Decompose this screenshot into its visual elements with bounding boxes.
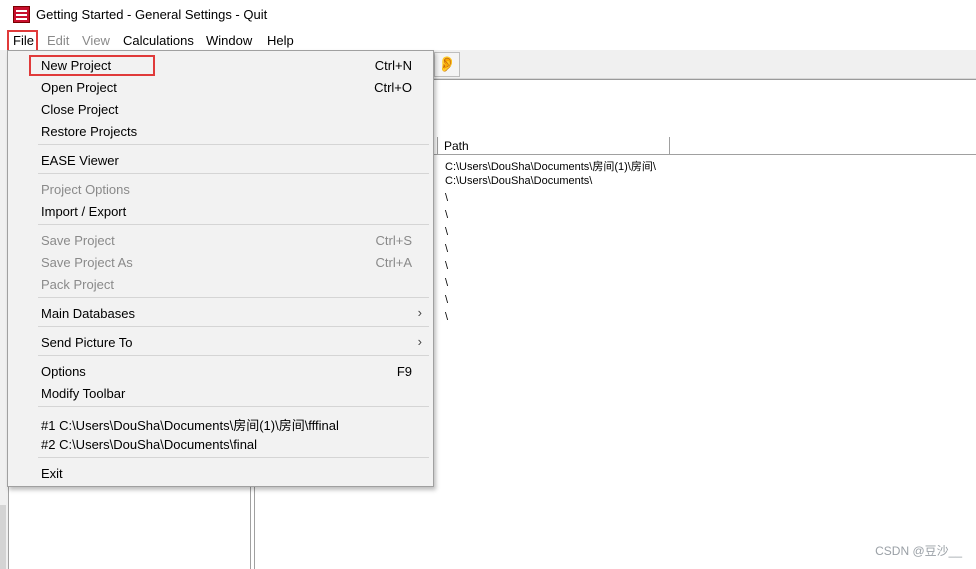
menu-item-shortcut: F9 (396, 364, 412, 379)
toolbar (434, 50, 976, 79)
list-item[interactable]: \ (445, 192, 448, 204)
menu-item-shortcut: Ctrl+N (374, 58, 412, 73)
menu-bar: File Edit View Calculations Window Help (0, 30, 976, 50)
list-header-border (434, 154, 976, 155)
menu-item-shortcut: Ctrl+A (375, 255, 412, 270)
pane-divider[interactable] (254, 487, 255, 569)
menu-help[interactable]: Help (267, 33, 294, 48)
menu-window[interactable]: Window (206, 33, 252, 48)
menu-item-modify-toolbar[interactable]: Modify Toolbar (8, 383, 433, 403)
menu-item-label: Options (41, 364, 86, 379)
ear-icon[interactable]: 👂 (434, 52, 460, 77)
menu-item-shortcut: Ctrl+O (374, 80, 412, 95)
window-title: Getting Started - General Settings - Qui… (36, 7, 268, 22)
menu-separator (38, 326, 429, 327)
menu-item-label: Save Project (41, 233, 115, 248)
menu-item-label: EASE Viewer (41, 153, 119, 168)
menu-separator (38, 173, 429, 174)
menu-separator (38, 224, 429, 225)
file-menu-dropdown: New Project Ctrl+N Open Project Ctrl+O C… (7, 50, 434, 487)
menu-edit[interactable]: Edit (47, 33, 69, 48)
menu-separator (38, 457, 429, 458)
left-pane[interactable] (8, 487, 251, 569)
watermark: CSDN @豆沙__ (875, 544, 962, 558)
left-scroll-edge (0, 505, 6, 569)
menu-item-label: Import / Export (41, 204, 127, 219)
menu-item-label: #2 C:\Users\DouSha\Documents\final (41, 437, 258, 452)
menu-separator (38, 297, 429, 298)
menu-view[interactable]: View (82, 33, 110, 48)
menu-item-pack-project[interactable]: Pack Project (8, 274, 433, 294)
chevron-right-icon: › (417, 334, 422, 349)
list-item[interactable]: \ (445, 277, 448, 289)
list-item[interactable]: C:\Users\DouSha\Documents\房间(1)\房间\ (445, 158, 656, 174)
menu-item-shortcut: Ctrl+S (375, 233, 412, 248)
menu-item-send-picture-to[interactable]: Send Picture To › (8, 332, 433, 352)
list-item[interactable]: \ (445, 226, 448, 238)
menu-item-label: Save Project As (41, 255, 133, 270)
menu-item-label: #1 C:\Users\DouSha\Documents\房间(1)\房间\ff… (41, 418, 339, 433)
menu-item-exit[interactable]: Exit (8, 463, 433, 483)
menu-item-import-export[interactable]: Import / Export (8, 201, 433, 221)
menu-item-save-project[interactable]: Save Project Ctrl+S (8, 230, 433, 250)
menu-item-label: Project Options (41, 182, 130, 197)
new-project-highlight (29, 55, 155, 76)
menu-item-label: Close Project (41, 102, 119, 117)
menu-item-open-project[interactable]: Open Project Ctrl+O (8, 77, 433, 97)
menu-item-ease-viewer[interactable]: EASE Viewer (8, 150, 433, 170)
menu-separator (38, 355, 429, 356)
list-item[interactable]: \ (445, 311, 448, 323)
menu-item-label: Restore Projects (41, 124, 138, 139)
list-item[interactable]: \ (445, 260, 448, 272)
menu-item-main-databases[interactable]: Main Databases › (8, 303, 433, 323)
menu-item-recent-1[interactable]: #1 C:\Users\DouSha\Documents\房间(1)\房间\ff… (8, 412, 433, 433)
menu-item-label: Main Databases (41, 306, 135, 321)
menu-item-close-project[interactable]: Close Project (8, 99, 433, 119)
menu-item-label: Modify Toolbar (41, 386, 126, 401)
menu-item-restore-projects[interactable]: Restore Projects (8, 121, 433, 141)
chevron-right-icon: › (417, 305, 422, 320)
menu-item-label: Send Picture To (41, 335, 133, 350)
ease-logo-icon[interactable] (13, 6, 30, 23)
file-menu-highlight (7, 30, 38, 52)
menu-item-options[interactable]: Options F9 (8, 361, 433, 381)
list-item[interactable]: \ (445, 294, 448, 306)
menu-separator (38, 406, 429, 407)
toolbar-divider (434, 79, 976, 80)
menu-separator (38, 144, 429, 145)
menu-item-label: Open Project (41, 80, 117, 95)
menu-calculations[interactable]: Calculations (123, 33, 194, 48)
menu-item-recent-2[interactable]: #2 C:\Users\DouSha\Documents\final (8, 434, 433, 454)
column-header-path[interactable]: Path (437, 137, 670, 155)
list-item[interactable]: C:\Users\DouSha\Documents\ (445, 175, 592, 187)
menu-item-save-project-as[interactable]: Save Project As Ctrl+A (8, 252, 433, 272)
menu-item-label: Exit (41, 466, 63, 481)
list-item[interactable]: \ (445, 209, 448, 221)
menu-item-project-options[interactable]: Project Options (8, 179, 433, 199)
list-item[interactable]: \ (445, 243, 448, 255)
menu-item-label: Pack Project (41, 277, 114, 292)
title-bar: Getting Started - General Settings - Qui… (0, 0, 976, 30)
